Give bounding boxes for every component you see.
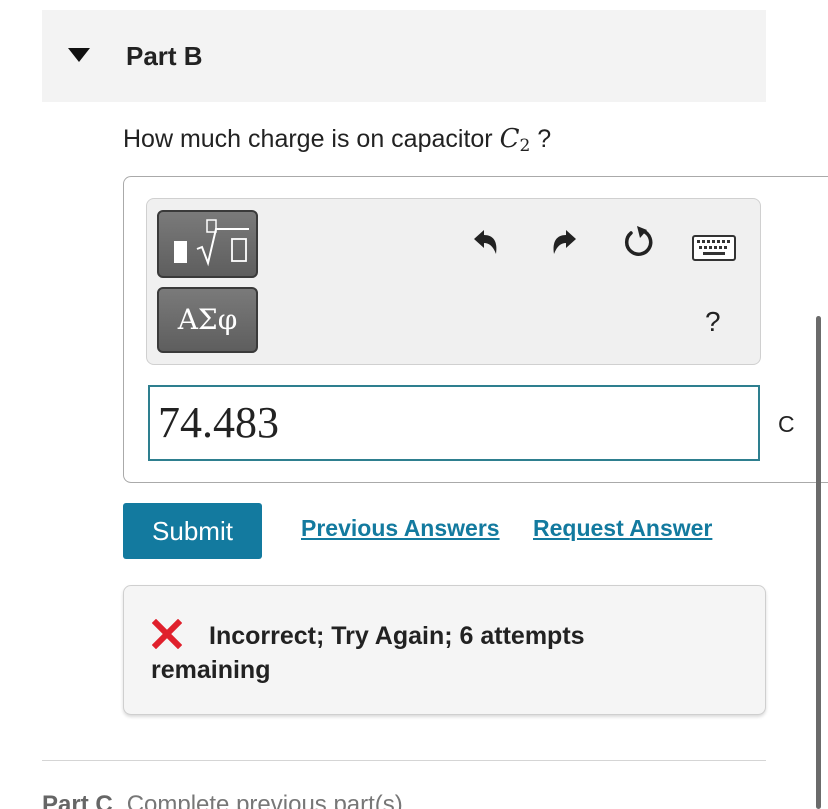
unit-label: C	[778, 411, 795, 437]
redo-button[interactable]	[548, 226, 580, 263]
feedback-message: Incorrect; Try Again; 6 attempts remaini…	[151, 622, 585, 684]
keyboard-icon	[692, 235, 736, 261]
symbols-button[interactable]: ΑΣφ	[157, 287, 258, 353]
part-title: Part B	[126, 41, 203, 71]
templates-button[interactable]	[157, 210, 258, 278]
next-part-title: Part C	[42, 791, 113, 809]
next-part-status: Complete previous part(s)	[126, 791, 403, 809]
reset-icon	[624, 226, 653, 256]
help-button[interactable]: ?	[705, 306, 721, 338]
collapse-triangle-icon[interactable]	[68, 48, 90, 62]
submit-button[interactable]: Submit	[123, 503, 262, 559]
x-icon	[151, 618, 183, 650]
question-text: How much charge is on capacitor C2 ?	[123, 124, 551, 156]
templates-sqrt-icon	[174, 219, 249, 267]
question-subscript: 2	[519, 136, 531, 156]
question-suffix: ?	[530, 125, 552, 153]
keyboard-button[interactable]	[692, 235, 736, 266]
next-part-header[interactable]: Part C Complete previous part(s)	[42, 791, 403, 809]
redo-icon	[553, 230, 576, 254]
scrollbar[interactable]	[816, 316, 821, 809]
answer-input[interactable]: 74.483	[148, 385, 760, 461]
reset-button[interactable]	[621, 224, 657, 265]
request-answer-link[interactable]: Request Answer	[533, 515, 712, 542]
page: Part B How much charge is on capacitor C…	[0, 0, 828, 809]
question-prefix: How much charge is on capacitor	[123, 125, 500, 153]
undo-icon	[474, 230, 497, 254]
previous-answers-link[interactable]: Previous Answers	[301, 515, 500, 542]
undo-button[interactable]	[470, 226, 502, 263]
question-variable: C	[499, 124, 520, 154]
feedback-icon-wrap	[151, 618, 183, 654]
section-divider	[42, 760, 766, 761]
